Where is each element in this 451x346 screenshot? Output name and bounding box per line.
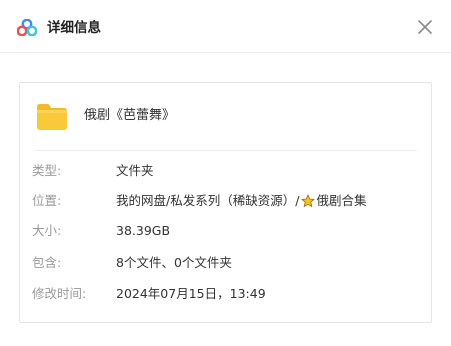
file-name: 俄剧《芭蕾舞》: [84, 108, 176, 123]
location-path-prefix[interactable]: 我的网盘/私发系列（稀缺资源）/: [116, 191, 299, 211]
star-icon: [301, 194, 316, 207]
type-label: 类型:: [32, 163, 62, 178]
size-label: 大小:: [32, 223, 62, 238]
dialog-titlebar: 详细信息: [0, 0, 451, 53]
contains-value: 8个文件、0个文件夹: [116, 255, 232, 270]
modified-value: 2024年07月15日，13:49: [116, 286, 266, 301]
baidu-netdisk-logo-icon: [17, 19, 37, 36]
location-label: 位置:: [32, 193, 62, 208]
details-dialog: 详细信息 俄剧《芭蕾舞》 类型: 文件夹 位置: 我的网盘/私发系列（稀缺资源）…: [0, 0, 451, 346]
folder-icon: [37, 104, 67, 130]
contains-label: 包含:: [32, 255, 62, 270]
dialog-title: 详细信息: [47, 20, 101, 36]
size-value: 38.39GB: [116, 223, 171, 238]
type-value: 文件夹: [116, 163, 154, 178]
close-icon[interactable]: [414, 16, 436, 38]
details-card: 俄剧《芭蕾舞》 类型: 文件夹 位置: 我的网盘/私发系列（稀缺资源）/ 俄剧合…: [19, 82, 432, 323]
divider: [34, 150, 417, 151]
modified-label: 修改时间:: [32, 286, 87, 301]
location-path[interactable]: 我的网盘/私发系列（稀缺资源）/ 俄剧合集: [116, 191, 366, 211]
location-path-suffix[interactable]: 俄剧合集: [316, 191, 366, 211]
